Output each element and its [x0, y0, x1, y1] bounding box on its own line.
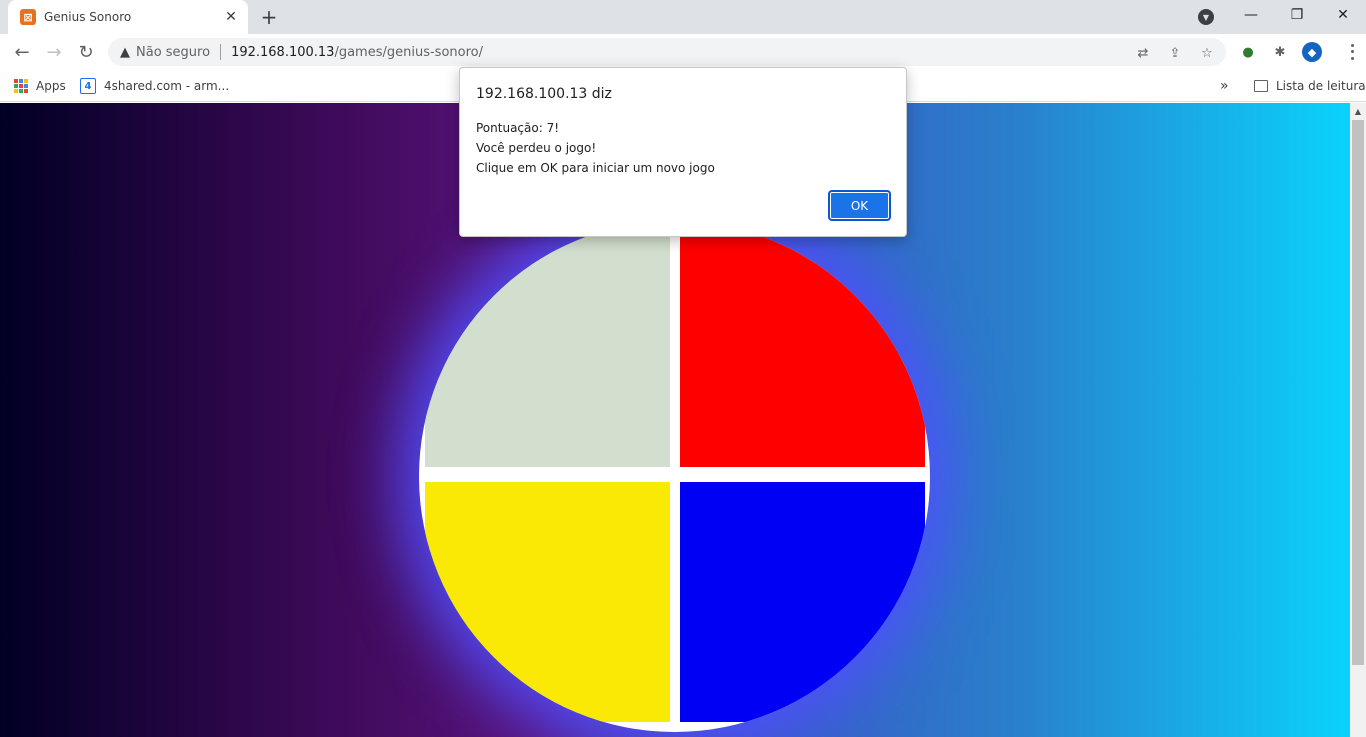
apps-grid-icon — [14, 79, 28, 93]
extension-globe-icon[interactable]: ● — [1240, 44, 1256, 60]
new-tab-button[interactable]: + — [258, 5, 280, 29]
dialog-instruction: Clique em OK para iniciar um novo jogo — [476, 161, 715, 175]
omnibox-divider — [220, 44, 222, 60]
close-tab-icon[interactable]: ✕ — [222, 8, 240, 26]
tab-search-icon[interactable]: ▼ — [1198, 9, 1214, 25]
ok-button[interactable]: OK — [828, 190, 891, 221]
quadrant-yellow[interactable] — [425, 482, 670, 722]
extensions-puzzle-icon[interactable]: ✱ — [1272, 44, 1288, 60]
reload-icon[interactable]: ↻ — [72, 38, 100, 66]
bookmarks-overflow-button[interactable]: » — [1220, 76, 1229, 96]
bookmark-4shared-label: 4shared.com - arm... — [104, 79, 230, 93]
minimize-button[interactable]: — — [1228, 0, 1274, 30]
page-scrollbar[interactable]: ▲ — [1350, 103, 1366, 737]
scroll-up-icon[interactable]: ▲ — [1350, 103, 1366, 119]
share-icon[interactable]: ⇪ — [1167, 45, 1183, 61]
bookmark-apps-label: Apps — [36, 79, 66, 93]
url-host[interactable]: 192.168.100.13 — [231, 45, 334, 60]
reading-list-button[interactable]: Lista de leitura — [1254, 76, 1366, 96]
dialog-lost: Você perdeu o jogo! — [476, 141, 597, 155]
bookmark-4shared[interactable]: 4 4shared.com - arm... — [80, 76, 229, 96]
bookmark-star-icon[interactable]: ☆ — [1199, 45, 1215, 61]
toolbar: ← → ↻ ▲ Não seguro 192.168.100.13/games/… — [0, 34, 1366, 70]
reading-list-label: Lista de leitura — [1276, 79, 1366, 93]
4shared-icon: 4 — [80, 78, 96, 94]
back-icon[interactable]: ← — [8, 38, 36, 66]
tab-strip: ⊠ Genius Sonoro ✕ + ▼ — ❐ ✕ — [0, 0, 1366, 34]
security-label[interactable]: Não seguro — [136, 45, 210, 60]
warning-icon[interactable]: ▲ — [120, 45, 130, 60]
dialog-score: Pontuação: 7! — [476, 121, 560, 135]
quadrant-blue[interactable] — [680, 482, 925, 722]
alert-dialog: 192.168.100.13 diz Pontuação: 7! Você pe… — [459, 67, 907, 237]
quadrant-green[interactable] — [425, 227, 670, 467]
tab-genius-sonoro[interactable]: ⊠ Genius Sonoro ✕ — [8, 0, 248, 34]
dialog-message: Pontuação: 7! Você perdeu o jogo! Clique… — [476, 118, 715, 178]
browser-menu-icon[interactable] — [1344, 42, 1360, 62]
profile-avatar[interactable]: ◆ — [1302, 42, 1322, 62]
dialog-title: 192.168.100.13 diz — [476, 86, 612, 102]
tab-title: Genius Sonoro — [44, 10, 132, 24]
translate-icon[interactable]: ⇄ — [1135, 45, 1151, 61]
xampp-icon: ⊠ — [20, 9, 36, 25]
url-path[interactable]: /games/genius-sonoro/ — [334, 45, 483, 60]
address-bar[interactable]: ▲ Não seguro 192.168.100.13/games/genius… — [108, 38, 1226, 66]
scrollbar-thumb[interactable] — [1352, 120, 1364, 665]
close-window-button[interactable]: ✕ — [1320, 0, 1366, 30]
quadrant-red[interactable] — [680, 227, 925, 467]
forward-icon[interactable]: → — [40, 38, 68, 66]
genius-board — [419, 221, 930, 732]
restore-button[interactable]: ❐ — [1274, 0, 1320, 30]
reading-list-icon — [1254, 80, 1268, 92]
bookmark-apps[interactable]: Apps — [14, 76, 66, 96]
